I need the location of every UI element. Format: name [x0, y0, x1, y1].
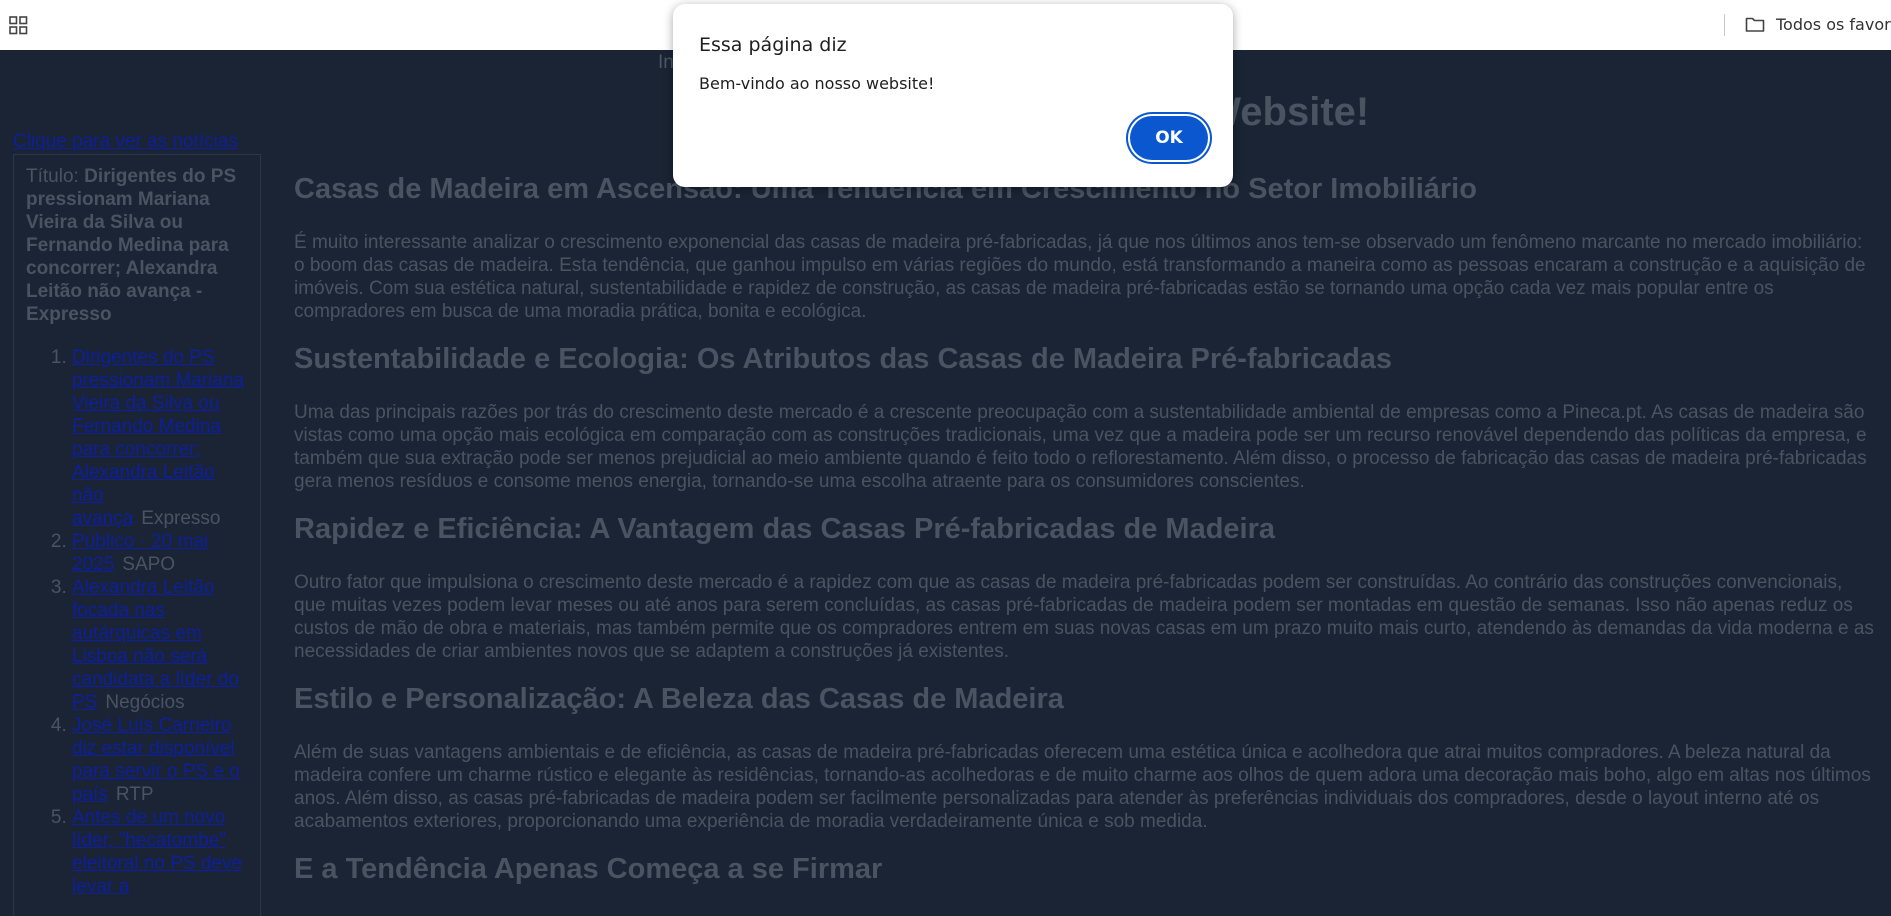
- alert-dialog: Essa página diz Bem-vindo ao nosso websi…: [673, 4, 1233, 187]
- dialog-message: Bem-vindo ao nosso website!: [699, 74, 935, 93]
- nav-text-fragment[interactable]: In: [658, 52, 674, 74]
- section-heading: Estilo e Personalização: A Beleza das Ca…: [294, 683, 1064, 715]
- news-list: Dirigentes do PS pressionam Mariana Viei…: [26, 346, 248, 898]
- article: Casas de Madeira em Ascensão: Uma Tendên…: [294, 172, 1874, 911]
- news-link[interactable]: Clique para ver as notícias: [13, 131, 238, 153]
- section-paragraph: Além de suas vantagens ambientais e de e…: [294, 742, 1871, 832]
- section-heading: E a Tendência Apenas Começa a se Firmar: [294, 853, 883, 885]
- news-item-source: Negócios: [105, 692, 185, 713]
- apps-grid-icon[interactable]: [9, 16, 28, 35]
- news-item: José Luís Carneiro diz estar disponível …: [72, 714, 248, 806]
- news-item: Público · 20 mai 2025SAPO: [72, 530, 248, 576]
- section-paragraph: Uma das principais razões por trás do cr…: [294, 402, 1867, 492]
- dialog-title: Essa página diz: [699, 34, 847, 56]
- news-item-link[interactable]: Antes de um novo líder, "hecatombe" elei…: [72, 807, 242, 897]
- news-item-source: Expresso: [141, 508, 221, 529]
- news-panel-title: Título: Dirigentes do PS pressionam Mari…: [26, 165, 248, 326]
- section-paragraph: Outro fator que impulsiona o crescimento…: [294, 572, 1874, 662]
- news-item-source: RTP: [115, 784, 154, 805]
- section-heading: Rapidez e Eficiência: A Vantagem das Cas…: [294, 513, 1276, 545]
- news-item-source: SAPO: [122, 554, 176, 575]
- section-paragraph: É muito interessante analizar o crescime…: [294, 232, 1866, 322]
- news-item: Antes de um novo líder, "hecatombe" elei…: [72, 806, 248, 898]
- news-title-prefix: Título:: [26, 166, 79, 187]
- news-item: Dirigentes do PS pressionam Mariana Viei…: [72, 346, 248, 530]
- all-favorites-button[interactable]: Todos os favoritos: [1776, 15, 1891, 34]
- folder-icon[interactable]: [1745, 15, 1765, 33]
- news-item-link[interactable]: Dirigentes do PS pressionam Mariana Viei…: [72, 347, 244, 529]
- news-title-text: Dirigentes do PS pressionam Mariana Viei…: [26, 166, 237, 325]
- news-item-link[interactable]: José Luís Carneiro diz estar disponível …: [72, 715, 240, 805]
- bookmarks-divider: [1724, 14, 1725, 36]
- news-item: Alexandra Leitão focada nas autárquicas …: [72, 576, 248, 714]
- section-heading: Sustentabilidade e Ecologia: Os Atributo…: [294, 343, 1393, 375]
- news-panel: Título: Dirigentes do PS pressionam Mari…: [13, 154, 261, 916]
- ok-button[interactable]: OK: [1130, 116, 1208, 160]
